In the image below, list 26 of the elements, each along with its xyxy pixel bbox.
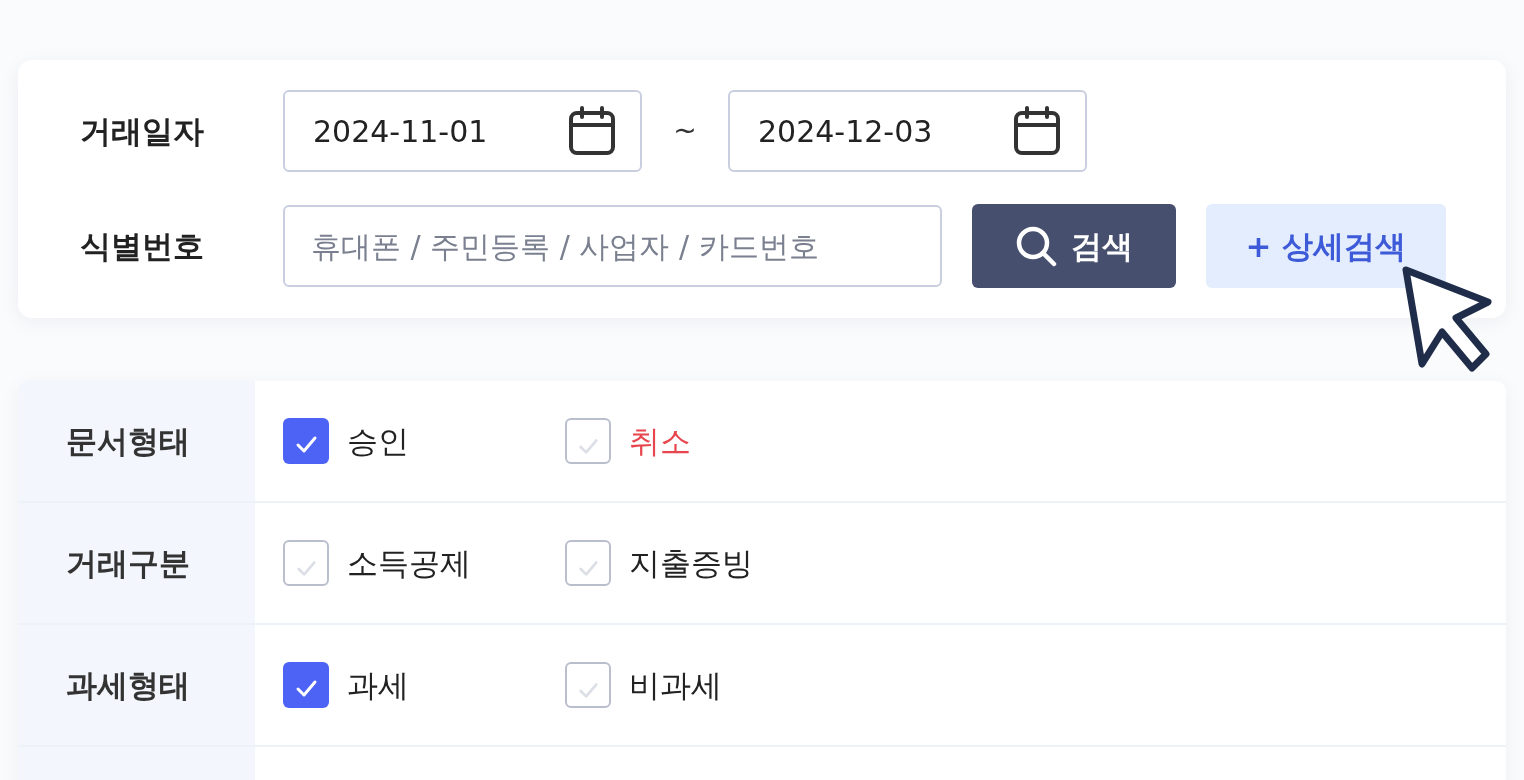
- range-separator: ~: [672, 113, 698, 149]
- checkbox[interactable]: [283, 418, 329, 464]
- calendar-icon[interactable]: [568, 106, 616, 156]
- field-label: 식별번호: [80, 226, 205, 266]
- checkbox[interactable]: [283, 662, 329, 708]
- date-field[interactable]: 2024-11-01: [283, 90, 642, 172]
- filter-label: 과세형태: [65, 665, 191, 705]
- search-icon: [1015, 225, 1057, 267]
- filter-label: 문서형태: [65, 421, 191, 461]
- option-label: 과세: [347, 665, 409, 705]
- date-field[interactable]: 2024-12-03: [728, 90, 1087, 172]
- option-label: 승인: [347, 421, 409, 461]
- checkbox[interactable]: [283, 540, 329, 586]
- search-button[interactable]: 검색: [972, 204, 1176, 288]
- checkbox[interactable]: [565, 418, 611, 464]
- checkbox[interactable]: [565, 540, 611, 586]
- option-label: 소득공제: [347, 543, 471, 583]
- detail-search-button[interactable]: + 상세검색: [1206, 204, 1446, 288]
- calendar-icon[interactable]: [1013, 106, 1061, 156]
- option-label: 비과세: [629, 665, 722, 705]
- filter-label: 거래구분: [65, 543, 191, 583]
- option-label: 취소: [629, 421, 691, 461]
- checkbox[interactable]: [565, 662, 611, 708]
- option-label: 지출증빙: [629, 543, 753, 583]
- field-label: 거래일자: [80, 111, 205, 151]
- id-input-field[interactable]: 휴대폰 / 주민등록 / 사업자 / 카드번호: [283, 205, 942, 287]
